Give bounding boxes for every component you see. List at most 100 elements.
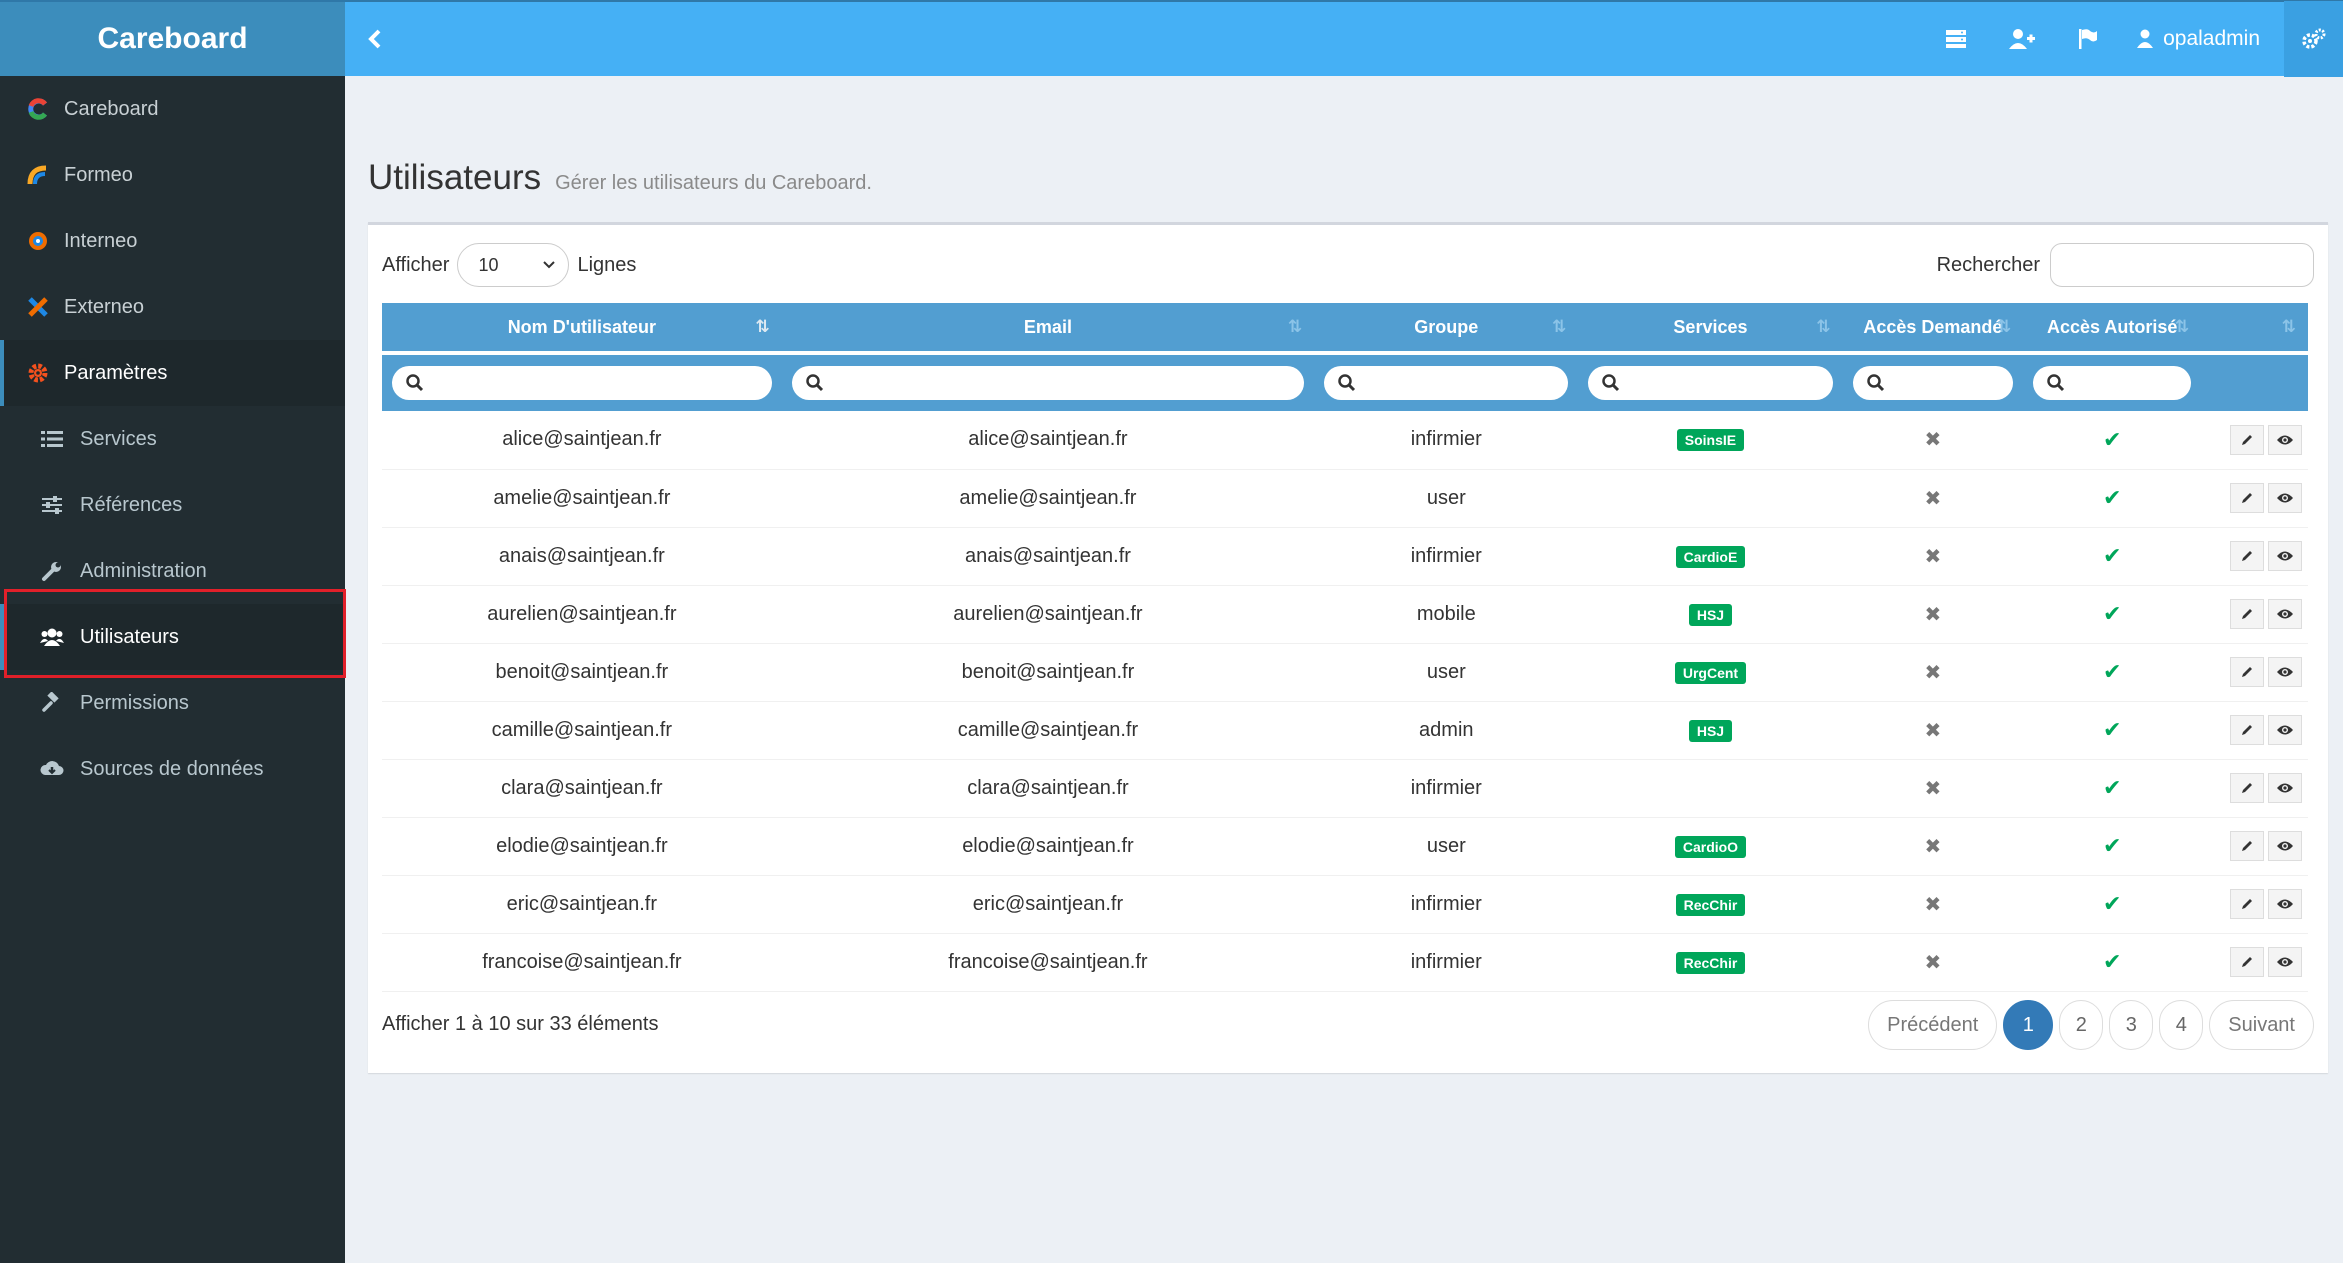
sidebar-toggle-button[interactable] bbox=[345, 1, 405, 77]
edit-button[interactable] bbox=[2230, 483, 2264, 513]
sidebar-subitem-permissions[interactable]: Permissions bbox=[0, 670, 345, 736]
page-button-1[interactable]: 1 bbox=[2003, 1000, 2054, 1050]
cell-access-requested: ✖ bbox=[1842, 643, 2024, 702]
cell-access-requested: ✖ bbox=[1842, 759, 2024, 818]
cell-username: clara@saintjean.fr bbox=[382, 759, 782, 818]
edit-button[interactable] bbox=[2230, 657, 2264, 687]
view-button[interactable] bbox=[2268, 715, 2302, 745]
edit-button[interactable] bbox=[2230, 773, 2264, 803]
column-header-email[interactable]: Email ⇅ bbox=[781, 303, 1315, 353]
eye-icon bbox=[2277, 435, 2293, 445]
search-icon bbox=[2047, 374, 2065, 392]
view-button[interactable] bbox=[2268, 889, 2302, 919]
control-sidebar-button[interactable] bbox=[2284, 1, 2343, 77]
column-header-access-requested[interactable]: Accès Demandé ⇅ bbox=[1842, 303, 2024, 353]
page-length-value: 10 bbox=[478, 254, 499, 275]
view-button[interactable] bbox=[2268, 541, 2302, 571]
edit-button[interactable] bbox=[2230, 541, 2264, 571]
filter-email-input[interactable] bbox=[791, 366, 1305, 400]
edit-button[interactable] bbox=[2230, 424, 2264, 455]
eye-icon bbox=[2277, 957, 2293, 967]
edit-button[interactable] bbox=[2230, 599, 2264, 629]
chevron-down-icon bbox=[543, 261, 556, 269]
sidebar-subitem-references[interactable]: Références bbox=[0, 472, 345, 538]
cell-actions bbox=[2201, 527, 2308, 586]
cell-group: infirmier bbox=[1314, 933, 1579, 992]
table-row: benoit@saintjean.fr benoit@saintjean.fr … bbox=[382, 643, 2308, 702]
eye-icon bbox=[2277, 493, 2293, 503]
cell-username: benoit@saintjean.fr bbox=[382, 643, 782, 702]
view-button[interactable] bbox=[2268, 947, 2302, 977]
cell-email: elodie@saintjean.fr bbox=[781, 817, 1315, 876]
page-button-4[interactable]: 4 bbox=[2159, 1000, 2204, 1050]
search-input[interactable] bbox=[2050, 243, 2314, 287]
user-menu[interactable]: opaladmin bbox=[2121, 1, 2284, 77]
cell-actions bbox=[2201, 875, 2308, 934]
sidebar-subitem-sources[interactable]: Sources de données bbox=[0, 736, 345, 802]
brand-logo[interactable]: Careboard bbox=[0, 0, 345, 76]
search-label: Rechercher bbox=[1936, 253, 2040, 276]
edit-button[interactable] bbox=[2230, 947, 2264, 977]
page-button-2[interactable]: 2 bbox=[2059, 1000, 2104, 1050]
pencil-icon bbox=[2242, 899, 2252, 909]
sidebar-item-label: Administration bbox=[80, 559, 207, 582]
user-icon bbox=[2137, 29, 2154, 48]
view-button[interactable] bbox=[2268, 424, 2302, 455]
column-header-access-granted[interactable]: Accès Autorisé ⇅ bbox=[2023, 303, 2202, 353]
add-user-button[interactable] bbox=[1989, 1, 2055, 77]
view-button[interactable] bbox=[2268, 657, 2302, 687]
show-label: Afficher bbox=[382, 253, 450, 276]
view-button[interactable] bbox=[2268, 773, 2302, 803]
x-mark-icon: ✖ bbox=[1924, 661, 1942, 684]
cell-services: UrgCent bbox=[1578, 643, 1843, 702]
careboard-logo-icon bbox=[26, 97, 50, 121]
sidebar-item-label: Permissions bbox=[80, 691, 189, 714]
flag-button[interactable] bbox=[2055, 1, 2121, 77]
column-header-services[interactable]: Services ⇅ bbox=[1578, 303, 1843, 353]
filter-access-granted-input[interactable] bbox=[2033, 366, 2192, 400]
sliders-icon bbox=[40, 493, 64, 517]
server-button[interactable] bbox=[1923, 1, 1989, 77]
view-button[interactable] bbox=[2268, 831, 2302, 861]
service-badge: CardioE bbox=[1675, 545, 1746, 568]
column-header-group[interactable]: Groupe ⇅ bbox=[1314, 303, 1579, 353]
filter-username-input[interactable] bbox=[392, 366, 772, 400]
column-header-username[interactable]: Nom D'utilisateur ⇅ bbox=[382, 303, 782, 353]
filter-services-input[interactable] bbox=[1588, 366, 1833, 400]
sidebar-item-formeo[interactable]: Formeo bbox=[0, 142, 345, 208]
sidebar-subitem-services[interactable]: Services bbox=[0, 406, 345, 472]
eye-icon bbox=[2277, 551, 2293, 561]
sidebar-item-externeo[interactable]: Externeo bbox=[0, 274, 345, 340]
cell-email: alice@saintjean.fr bbox=[781, 411, 1315, 470]
interneo-logo-icon bbox=[26, 229, 50, 253]
lines-label: Lignes bbox=[577, 253, 637, 276]
filter-access-requested-input[interactable] bbox=[1852, 366, 2014, 400]
sidebar-subitem-utilisateurs[interactable]: Utilisateurs bbox=[0, 604, 345, 670]
sidebar-subitem-administration[interactable]: Administration bbox=[0, 538, 345, 604]
page-length-select[interactable]: 10 bbox=[457, 243, 570, 287]
filter-group-input[interactable] bbox=[1324, 366, 1569, 400]
x-mark-icon: ✖ bbox=[1924, 835, 1942, 858]
sort-icon: ⇅ bbox=[1816, 317, 1831, 336]
edit-button[interactable] bbox=[2230, 831, 2264, 861]
cell-group: user bbox=[1314, 469, 1579, 528]
sidebar-item-parametres[interactable]: Paramètres bbox=[0, 340, 345, 406]
sidebar-item-careboard[interactable]: Careboard bbox=[0, 76, 345, 142]
column-header-actions[interactable]: ⇅ bbox=[2201, 303, 2308, 353]
cell-email: amelie@saintjean.fr bbox=[781, 469, 1315, 528]
cell-actions bbox=[2201, 933, 2308, 992]
sidebar-item-interneo[interactable]: Interneo bbox=[0, 208, 345, 274]
next-page-button[interactable]: Suivant bbox=[2209, 1000, 2314, 1050]
sidebar-item-label: Utilisateurs bbox=[80, 625, 179, 648]
x-mark-icon: ✖ bbox=[1924, 777, 1942, 800]
page-button-3[interactable]: 3 bbox=[2109, 1000, 2154, 1050]
edit-button[interactable] bbox=[2230, 889, 2264, 919]
cell-access-requested: ✖ bbox=[1842, 817, 2024, 876]
list-icon bbox=[40, 427, 64, 451]
view-button[interactable] bbox=[2268, 599, 2302, 629]
cell-username: alice@saintjean.fr bbox=[382, 411, 782, 470]
previous-page-button[interactable]: Précédent bbox=[1868, 1000, 1998, 1050]
edit-button[interactable] bbox=[2230, 715, 2264, 745]
cell-username: elodie@saintjean.fr bbox=[382, 817, 782, 876]
view-button[interactable] bbox=[2268, 483, 2302, 513]
